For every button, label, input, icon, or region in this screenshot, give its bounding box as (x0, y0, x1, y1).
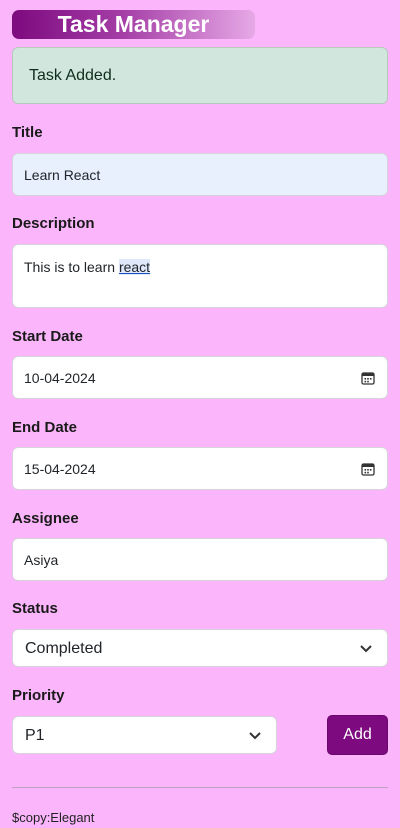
chevron-down-icon (360, 645, 372, 653)
assignee-input[interactable]: Asiya (12, 538, 388, 581)
calendar-icon[interactable] (361, 462, 375, 476)
start-date-label: Start Date (12, 328, 83, 345)
calendar-icon[interactable] (361, 371, 375, 385)
spellcheck-word: react (118, 259, 151, 275)
chevron-down-icon (249, 732, 261, 740)
priority-label: Priority (12, 687, 65, 704)
title-label: Title (12, 124, 43, 141)
app-title: Task Manager (57, 11, 210, 37)
status-value: Completed (25, 640, 103, 657)
success-alert: Task Added. (12, 47, 388, 104)
app-header: Task Manager (12, 10, 255, 39)
add-task-button[interactable]: Add (327, 715, 388, 755)
title-input-value: Learn React (24, 167, 101, 183)
description-label: Description (12, 215, 95, 232)
assignee-value: Asiya (24, 552, 59, 568)
priority-value: P1 (25, 727, 45, 744)
alert-message: Task Added. (29, 66, 117, 84)
footer-text: $copy:Elegant (12, 810, 95, 825)
description-value: This is to learn react (24, 259, 151, 275)
status-label: Status (12, 600, 58, 617)
end-date-label: End Date (12, 419, 78, 436)
status-select[interactable]: Completed (12, 629, 388, 667)
start-date-value: 10-04-2024 (24, 370, 96, 386)
end-date-input[interactable]: 15-04-2024 (12, 447, 388, 490)
title-input[interactable]: Learn React (12, 153, 388, 196)
assignee-label: Assignee (12, 510, 79, 527)
end-date-value: 15-04-2024 (24, 461, 96, 477)
start-date-input[interactable]: 10-04-2024 (12, 356, 388, 399)
divider (12, 787, 388, 788)
priority-select[interactable]: P1 (12, 716, 277, 754)
description-textarea[interactable]: This is to learn react (12, 244, 388, 308)
